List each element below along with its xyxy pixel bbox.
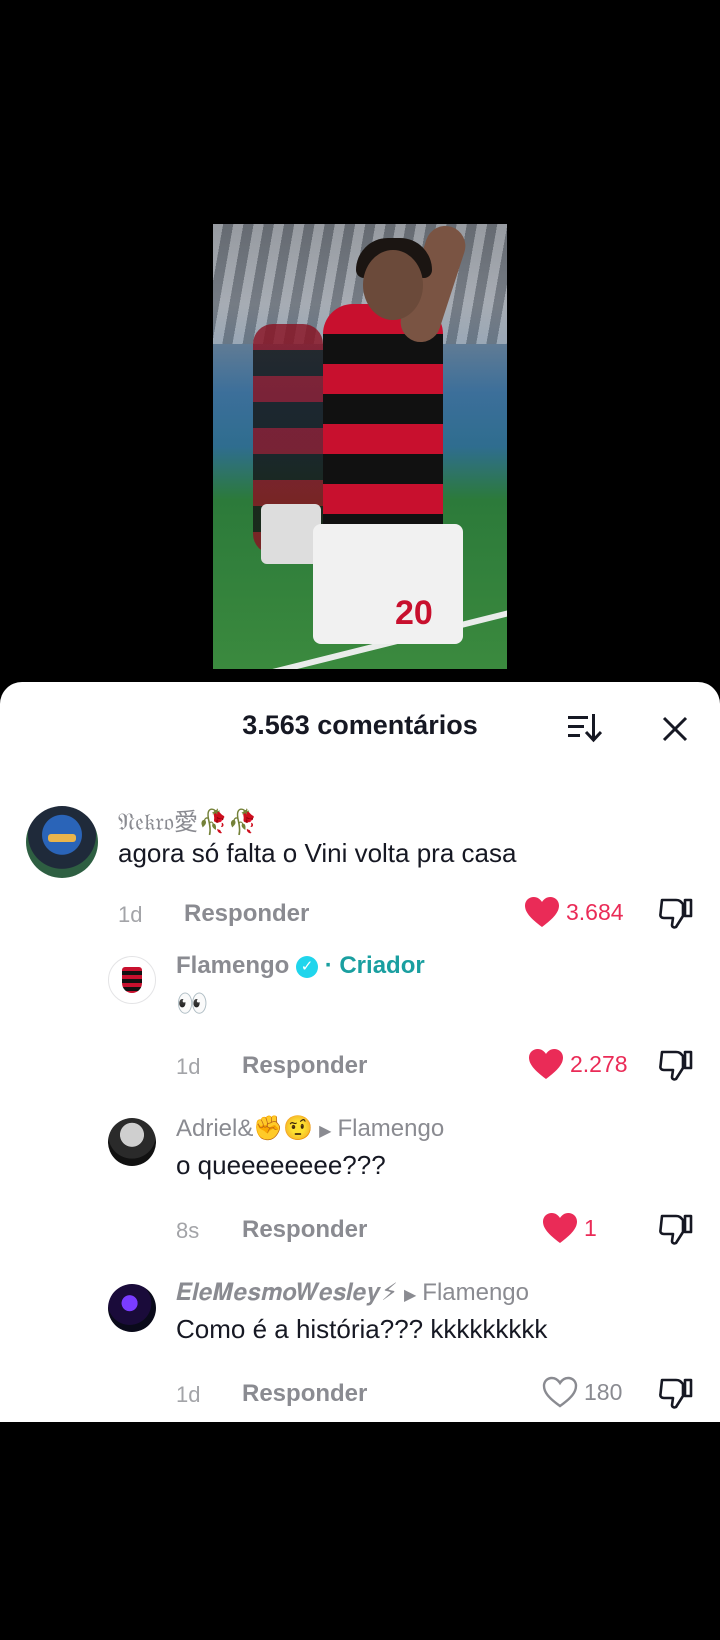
comment-username[interactable]: 𝔑𝔢𝔨𝔯𝔬愛🥀🥀 <box>118 802 258 837</box>
comment-text: 👀 <box>176 988 209 1018</box>
comment-username[interactable]: Adriel&✊🤨 <box>176 1115 313 1142</box>
like-button[interactable]: 2.278 <box>528 1048 628 1080</box>
heart-filled-icon <box>529 1049 563 1079</box>
comments-sheet: 3.563 comentários 𝔑𝔢𝔨𝔯𝔬愛🥀🥀 agora só falt… <box>0 682 720 1422</box>
heart-filled-icon <box>525 897 559 927</box>
comment-text: o queeeeeeee??? <box>176 1150 386 1180</box>
dislike-icon[interactable] <box>658 1048 694 1082</box>
comments-count-title: 3.563 comentários <box>242 710 478 740</box>
reply-arrow-icon: ▶ <box>319 1123 332 1140</box>
reply-to-username[interactable]: Flamengo <box>422 1279 529 1306</box>
creator-badge: · Criador <box>324 952 425 979</box>
close-icon[interactable] <box>660 714 690 744</box>
sort-icon[interactable] <box>566 712 602 744</box>
like-count: 1 <box>584 1214 597 1241</box>
comment-time: 1d <box>176 1382 201 1407</box>
like-count: 180 <box>584 1378 623 1405</box>
dislike-icon[interactable] <box>658 1376 694 1410</box>
comment-username[interactable]: Flamengo <box>176 952 289 979</box>
like-count: 3.684 <box>566 898 624 925</box>
comment-username[interactable]: 𝑬𝒍𝒆𝑴𝒆𝒔𝒎𝒐𝑾𝒆𝒔𝒍𝒆𝒚⚡ <box>176 1279 398 1306</box>
verified-icon: ✓ <box>296 956 319 978</box>
comment-time: 8s <box>176 1218 200 1243</box>
reply-button[interactable]: Responder <box>242 1216 367 1244</box>
heart-filled-icon <box>543 1213 577 1243</box>
like-button[interactable]: 1 <box>542 1212 597 1244</box>
dislike-icon[interactable] <box>658 1212 694 1246</box>
like-button[interactable]: 3.684 <box>524 896 624 928</box>
reply-button[interactable]: Responder <box>242 1380 367 1408</box>
avatar[interactable] <box>108 956 156 1004</box>
avatar[interactable] <box>108 1284 156 1332</box>
player-shorts <box>313 524 463 644</box>
comment-time: 1d <box>118 902 143 927</box>
background-player-shorts <box>261 504 321 564</box>
comment-text: agora só falta o Vini volta pra casa <box>118 838 517 868</box>
avatar[interactable] <box>26 806 98 878</box>
reply-button[interactable]: Responder <box>242 1052 367 1080</box>
like-button[interactable]: 180 <box>542 1376 622 1408</box>
comment-time: 1d <box>176 1054 201 1079</box>
jersey-number: 20 <box>395 594 433 632</box>
comment-username-row: 𝑬𝒍𝒆𝑴𝒆𝒔𝒎𝒐𝑾𝒆𝒔𝒍𝒆𝒚⚡ ▶ Flamengo <box>176 1278 529 1307</box>
reply-arrow-icon: ▶ <box>403 1287 417 1304</box>
heart-outline-icon <box>542 1376 578 1408</box>
dislike-icon[interactable] <box>658 896 694 930</box>
comment-username-row: Flamengo ✓ · Criador <box>176 952 425 980</box>
video-frame[interactable]: 20 <box>213 224 507 669</box>
comment-username-row: Adriel&✊🤨 ▶ Flamengo <box>176 1114 444 1143</box>
player-head <box>363 250 423 320</box>
reply-button[interactable]: Responder <box>184 900 309 928</box>
avatar[interactable] <box>108 1118 156 1166</box>
comment-text: Como é a história??? kkkkkkkkk <box>176 1314 548 1344</box>
reply-to-username[interactable]: Flamengo <box>337 1115 444 1142</box>
like-count: 2.278 <box>570 1050 628 1077</box>
